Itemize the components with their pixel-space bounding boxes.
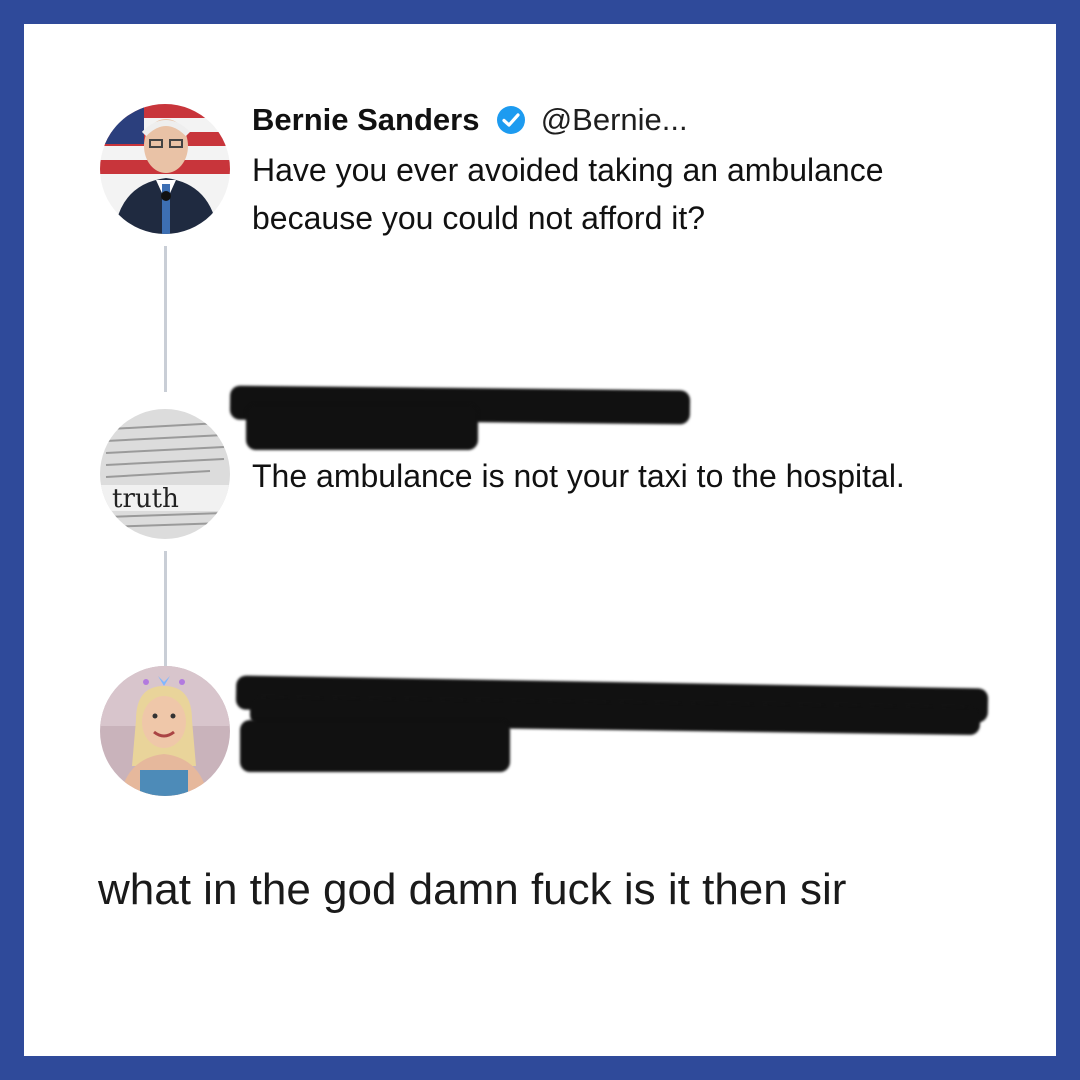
redacted-handle [240,720,510,772]
thread-line [164,551,167,671]
redacted-handle [246,404,478,450]
woman-avatar-image [100,666,230,796]
newspaper-avatar-image: truth [100,409,230,539]
avatar[interactable]: truth [100,409,230,539]
post-card: Bernie Sanders @Bernie... Have you ever … [24,24,1056,1056]
author-row: Bernie Sanders @Bernie... [252,100,688,140]
bernie-avatar-image [100,104,230,234]
meme-caption: what in the god damn fuck is it then sir [98,865,847,914]
tweet-text: The ambulance is not your taxi to the ho… [252,458,905,494]
avatar[interactable] [100,666,230,796]
verified-badge-icon [496,105,526,135]
avatar[interactable] [100,104,230,234]
avatar-label: truth [112,484,179,514]
author-handle[interactable]: @Bernie... [541,102,688,137]
author-name[interactable]: Bernie Sanders [252,102,479,137]
tweet-text: Have you ever avoided taking an ambulanc… [252,152,884,236]
thread-line [164,246,167,392]
